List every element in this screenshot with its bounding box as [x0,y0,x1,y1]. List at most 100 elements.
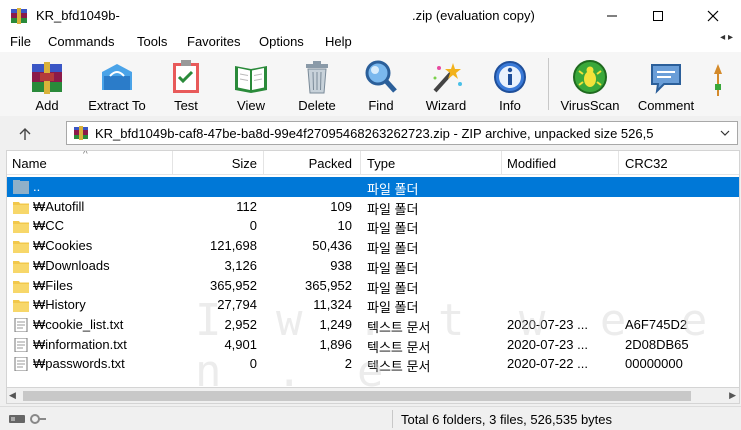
test-icon [173,60,199,93]
file-name: ₩CC [33,218,65,234]
col-size[interactable]: Size [173,156,257,171]
col-crc32[interactable]: CRC32 [625,156,668,171]
column-divider[interactable] [360,151,361,175]
column-header: ^ Name Size Packed Type Modified CRC32 [7,151,739,175]
scroll-right-icon[interactable]: ▶ [729,390,736,401]
scrollbar-thumb[interactable] [23,391,691,401]
file-type: 텍스트 문서 [367,339,431,355]
menu-help[interactable]: Help [325,34,352,49]
arrow-up-icon [19,128,31,140]
menu-options[interactable]: Options [259,34,304,49]
chevron-down-icon [720,130,730,136]
folder-icon [13,241,29,254]
comment-button[interactable]: Comment [630,56,702,114]
file-size: 0 [249,356,257,372]
col-modified[interactable]: Modified [507,156,556,171]
file-size: 365,952 [210,277,257,293]
delete-button[interactable]: Delete [281,56,353,114]
file-name: ₩Downloads [33,257,110,273]
file-type: 파일 폴더 [367,300,419,316]
file-packed: 2 [344,356,352,372]
archive-path-text: KR_bfd1049b-caf8-47be-ba8d-99e4f27095468… [95,126,654,141]
menu-favorites[interactable]: Favorites [187,34,240,49]
test-label: Test [174,98,198,113]
trash-icon [306,61,328,94]
menu-tools[interactable]: Tools [137,34,167,49]
wizard-label: Wizard [425,98,467,113]
window-title: KR_bfd1049b- [36,8,120,23]
text-file-icon [14,337,28,352]
overflow-arrow-icon[interactable] [708,62,728,98]
file-modified: 2020-07-22 ... [507,356,588,372]
file-size: 2,952 [224,316,257,332]
file-crc32: A6F745D2 [625,316,688,332]
column-divider[interactable] [501,151,502,175]
scroll-left-icon[interactable]: ◀ [9,390,16,401]
file-type: 파일 폴더 [367,260,419,276]
maximize-button[interactable] [635,0,681,32]
parent-folder-icon [13,180,29,194]
table-row[interactable]: ₩cookie_list.txt 2,952 1,249 텍스트 문서 2020-07-… [7,315,739,335]
parent-folder-row[interactable]: .. 파일 폴더 [7,177,739,197]
delete-label: Delete [298,98,336,113]
file-packed: 11,324 [313,297,352,313]
file-name: ₩passwords.txt [33,356,125,372]
up-folder-button[interactable] [14,123,36,145]
archive-path-combobox[interactable]: KR_bfd1049b-caf8-47be-ba8d-99e4f27095468… [66,121,738,145]
file-type: 파일 폴더 [367,280,419,296]
col-name[interactable]: Name [12,156,47,171]
close-icon [707,10,719,22]
virusscan-button[interactable]: VirusScan [554,56,626,114]
file-packed: 1,896 [319,336,352,352]
view-button[interactable]: View [215,56,287,114]
minimize-button[interactable] [589,0,635,32]
folder-icon [13,221,29,234]
find-button[interactable]: Find [345,56,417,114]
test-button[interactable]: Test [150,56,222,114]
view-book-icon [235,66,267,93]
path-dropdown-button[interactable] [717,124,733,142]
toolbar: Add Extract To Test View Delete Find Wiz… [0,52,741,116]
folder-icon [13,300,29,313]
add-button[interactable]: Add [11,56,83,114]
menu-bar: File Commands Tools Favorites Options He… [0,32,741,52]
table-row[interactable]: ₩Cookies 121,698 50,436 파일 폴더 [7,236,739,257]
comment-label: Comment [637,98,695,113]
toolbar-separator [548,58,549,110]
file-name: ₩cookie_list.txt [33,316,124,332]
column-divider[interactable] [618,151,619,175]
file-name: ₩Cookies [33,238,93,254]
info-button[interactable]: Info [474,56,546,114]
file-modified: 2020-07-23 ... [507,316,588,332]
table-row[interactable]: ₩CC 0 10 파일 폴더 [7,216,739,236]
file-crc32: 00000000 [625,356,683,372]
table-row[interactable]: ₩Downloads 3,126 938 파일 폴더 [7,256,739,276]
file-modified: 2020-07-23 ... [507,336,588,352]
file-name: ₩information.txt [33,336,127,352]
file-packed: 1,249 [319,316,352,332]
close-button[interactable] [690,0,736,32]
extract-to-label: Extract To [88,98,146,113]
wizard-button[interactable]: Wizard [410,56,482,114]
winrar-app-icon [11,8,27,24]
table-row[interactable]: ₩passwords.txt 0 2 텍스트 문서 2020-07-22 ... 0000… [7,354,739,375]
file-type: 파일 폴더 [367,241,419,257]
col-type[interactable]: Type [367,156,395,171]
table-row[interactable]: ₩Autofill 112 109 파일 폴더 [7,197,739,217]
menu-commands[interactable]: Commands [48,34,114,49]
file-type: 텍스트 문서 [367,359,431,375]
extract-to-button[interactable]: Extract To [81,56,153,114]
table-row[interactable]: ₩History 27,794 11,324 파일 폴더 [7,295,739,316]
menu-file[interactable]: File [10,34,31,49]
table-row[interactable]: ₩information.txt 4,901 1,896 텍스트 문서 2020-07-… [7,335,739,355]
minimize-icon [607,15,617,17]
col-packed[interactable]: Packed [264,156,352,171]
address-bar: KR_bfd1049b-caf8-47be-ba8d-99e4f27095468… [0,118,741,148]
file-size: 121,698 [210,238,257,254]
file-name: ₩Files [33,277,73,293]
horizontal-scrollbar[interactable]: ◀ ▶ [6,388,740,404]
table-row[interactable]: ₩Files 365,952 365,952 파일 폴더 [7,276,739,296]
menu-overflow-icon[interactable]: ◂ ▸ [720,32,733,43]
wand-icon [433,63,462,93]
virusscan-label: VirusScan [560,98,620,113]
